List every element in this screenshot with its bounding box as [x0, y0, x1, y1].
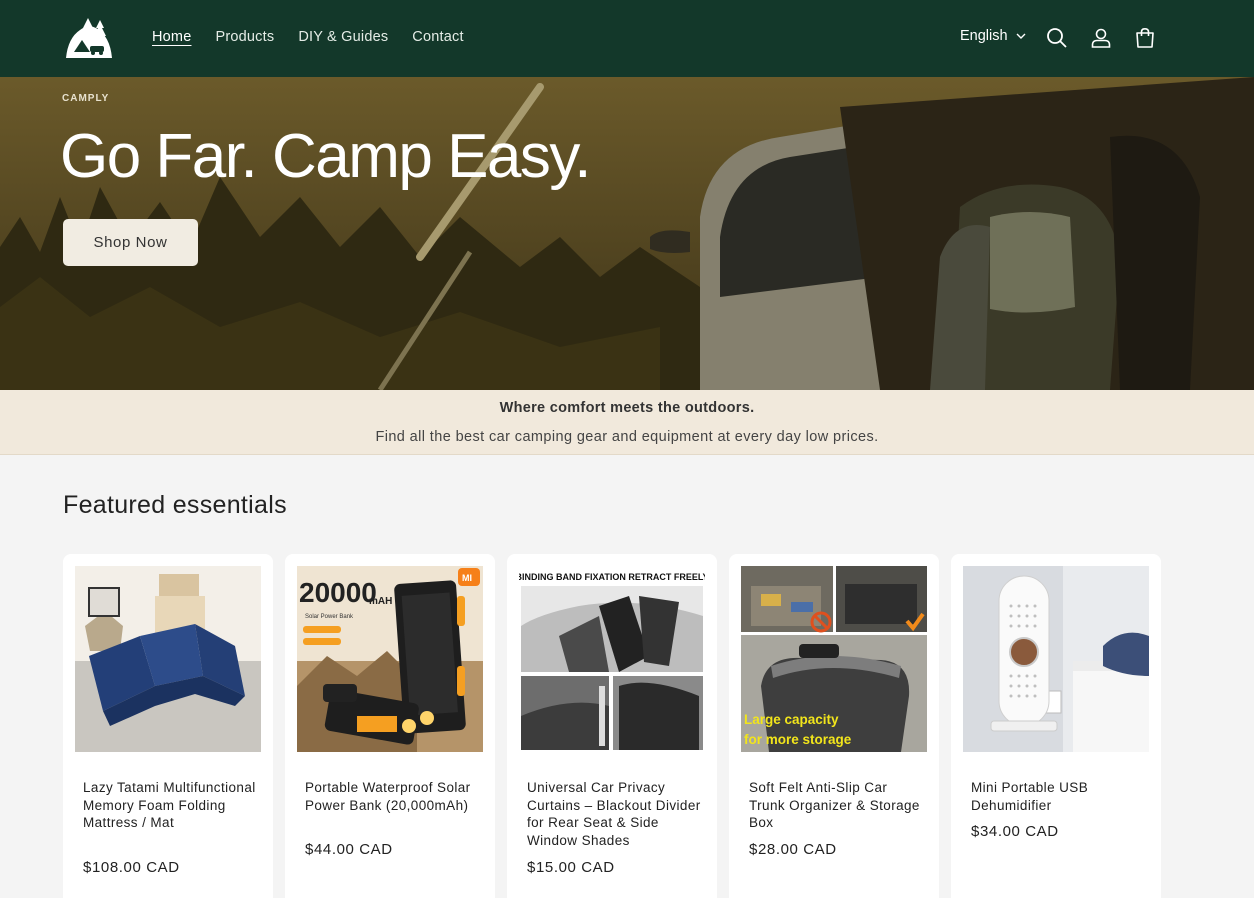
- image-text-banner: BINDING BAND FIXATION RETRACT FREELY: [519, 572, 705, 582]
- tagline-banner: Where comfort meets the outdoors. Find a…: [0, 390, 1254, 455]
- image-text-caption: Solar Power Bank: [305, 614, 354, 620]
- shop-now-button[interactable]: Shop Now: [63, 219, 198, 266]
- product-image[interactable]: 20000 mAH Solar Power Bank MI: [297, 566, 483, 752]
- product-image[interactable]: BINDING BAND FIXATION RETRACT FREELY: [519, 566, 705, 752]
- hero-label: CAMPLY: [62, 93, 110, 104]
- product-card[interactable]: Mini Portable USB Dehumidifier $34.00 CA…: [951, 554, 1161, 898]
- hero-title: Go Far. Camp Easy.: [60, 122, 592, 191]
- product-image[interactable]: [75, 566, 261, 752]
- language-selector[interactable]: English: [960, 28, 1026, 44]
- image-text-big: 20000: [299, 577, 377, 608]
- image-text-line1: Large capacity: [744, 712, 839, 727]
- image-text-line2: for more storage: [744, 732, 852, 747]
- product-image[interactable]: Large capacity for more storage: [741, 566, 927, 752]
- product-name[interactable]: Portable Waterproof Solar Power Bank (20…: [305, 779, 483, 814]
- product-card[interactable]: Large capacity for more storage Soft Fel…: [729, 554, 939, 898]
- main-nav: Home Products DIY & Guides Contact: [152, 29, 464, 45]
- cart-icon[interactable]: [1133, 26, 1157, 50]
- product-price: $108.00 CAD: [83, 859, 180, 876]
- nav-diy-guides[interactable]: DIY & Guides: [298, 29, 388, 45]
- nav-products[interactable]: Products: [215, 29, 274, 45]
- product-card[interactable]: BINDING BAND FIXATION RETRACT FREELY Uni…: [507, 554, 717, 898]
- chevron-down-icon: [1016, 33, 1026, 39]
- product-card[interactable]: 20000 mAH Solar Power Bank MI Portable W…: [285, 554, 495, 898]
- product-price: $15.00 CAD: [527, 859, 615, 876]
- product-price: $28.00 CAD: [749, 841, 837, 858]
- account-icon[interactable]: [1089, 26, 1113, 50]
- product-name[interactable]: Lazy Tatami Multifunctional Memory Foam …: [83, 779, 261, 832]
- site-header: Home Products DIY & Guides Contact Engli…: [0, 0, 1254, 77]
- product-name[interactable]: Soft Felt Anti-Slip Car Trunk Organizer …: [749, 779, 927, 832]
- product-name[interactable]: Mini Portable USB Dehumidifier: [971, 779, 1149, 814]
- product-card[interactable]: Lazy Tatami Multifunctional Memory Foam …: [63, 554, 273, 898]
- product-price: $34.00 CAD: [971, 823, 1059, 840]
- logo-icon[interactable]: [62, 14, 114, 62]
- product-image[interactable]: [963, 566, 1149, 752]
- banner-title: Where comfort meets the outdoors.: [499, 400, 755, 416]
- language-label: English: [960, 28, 1008, 44]
- image-text-unit: mAH: [369, 596, 392, 607]
- search-icon[interactable]: [1045, 26, 1069, 50]
- banner-subtitle: Find all the best car camping gear and e…: [375, 429, 879, 445]
- product-name[interactable]: Universal Car Privacy Curtains – Blackou…: [527, 779, 705, 849]
- image-text-brand: MI: [462, 573, 472, 583]
- nav-contact[interactable]: Contact: [412, 29, 463, 45]
- section-title: Featured essentials: [63, 491, 287, 519]
- hero-banner: CAMPLY Go Far. Camp Easy. Shop Now: [0, 77, 1254, 390]
- product-price: $44.00 CAD: [305, 841, 393, 858]
- nav-home[interactable]: Home: [152, 29, 191, 45]
